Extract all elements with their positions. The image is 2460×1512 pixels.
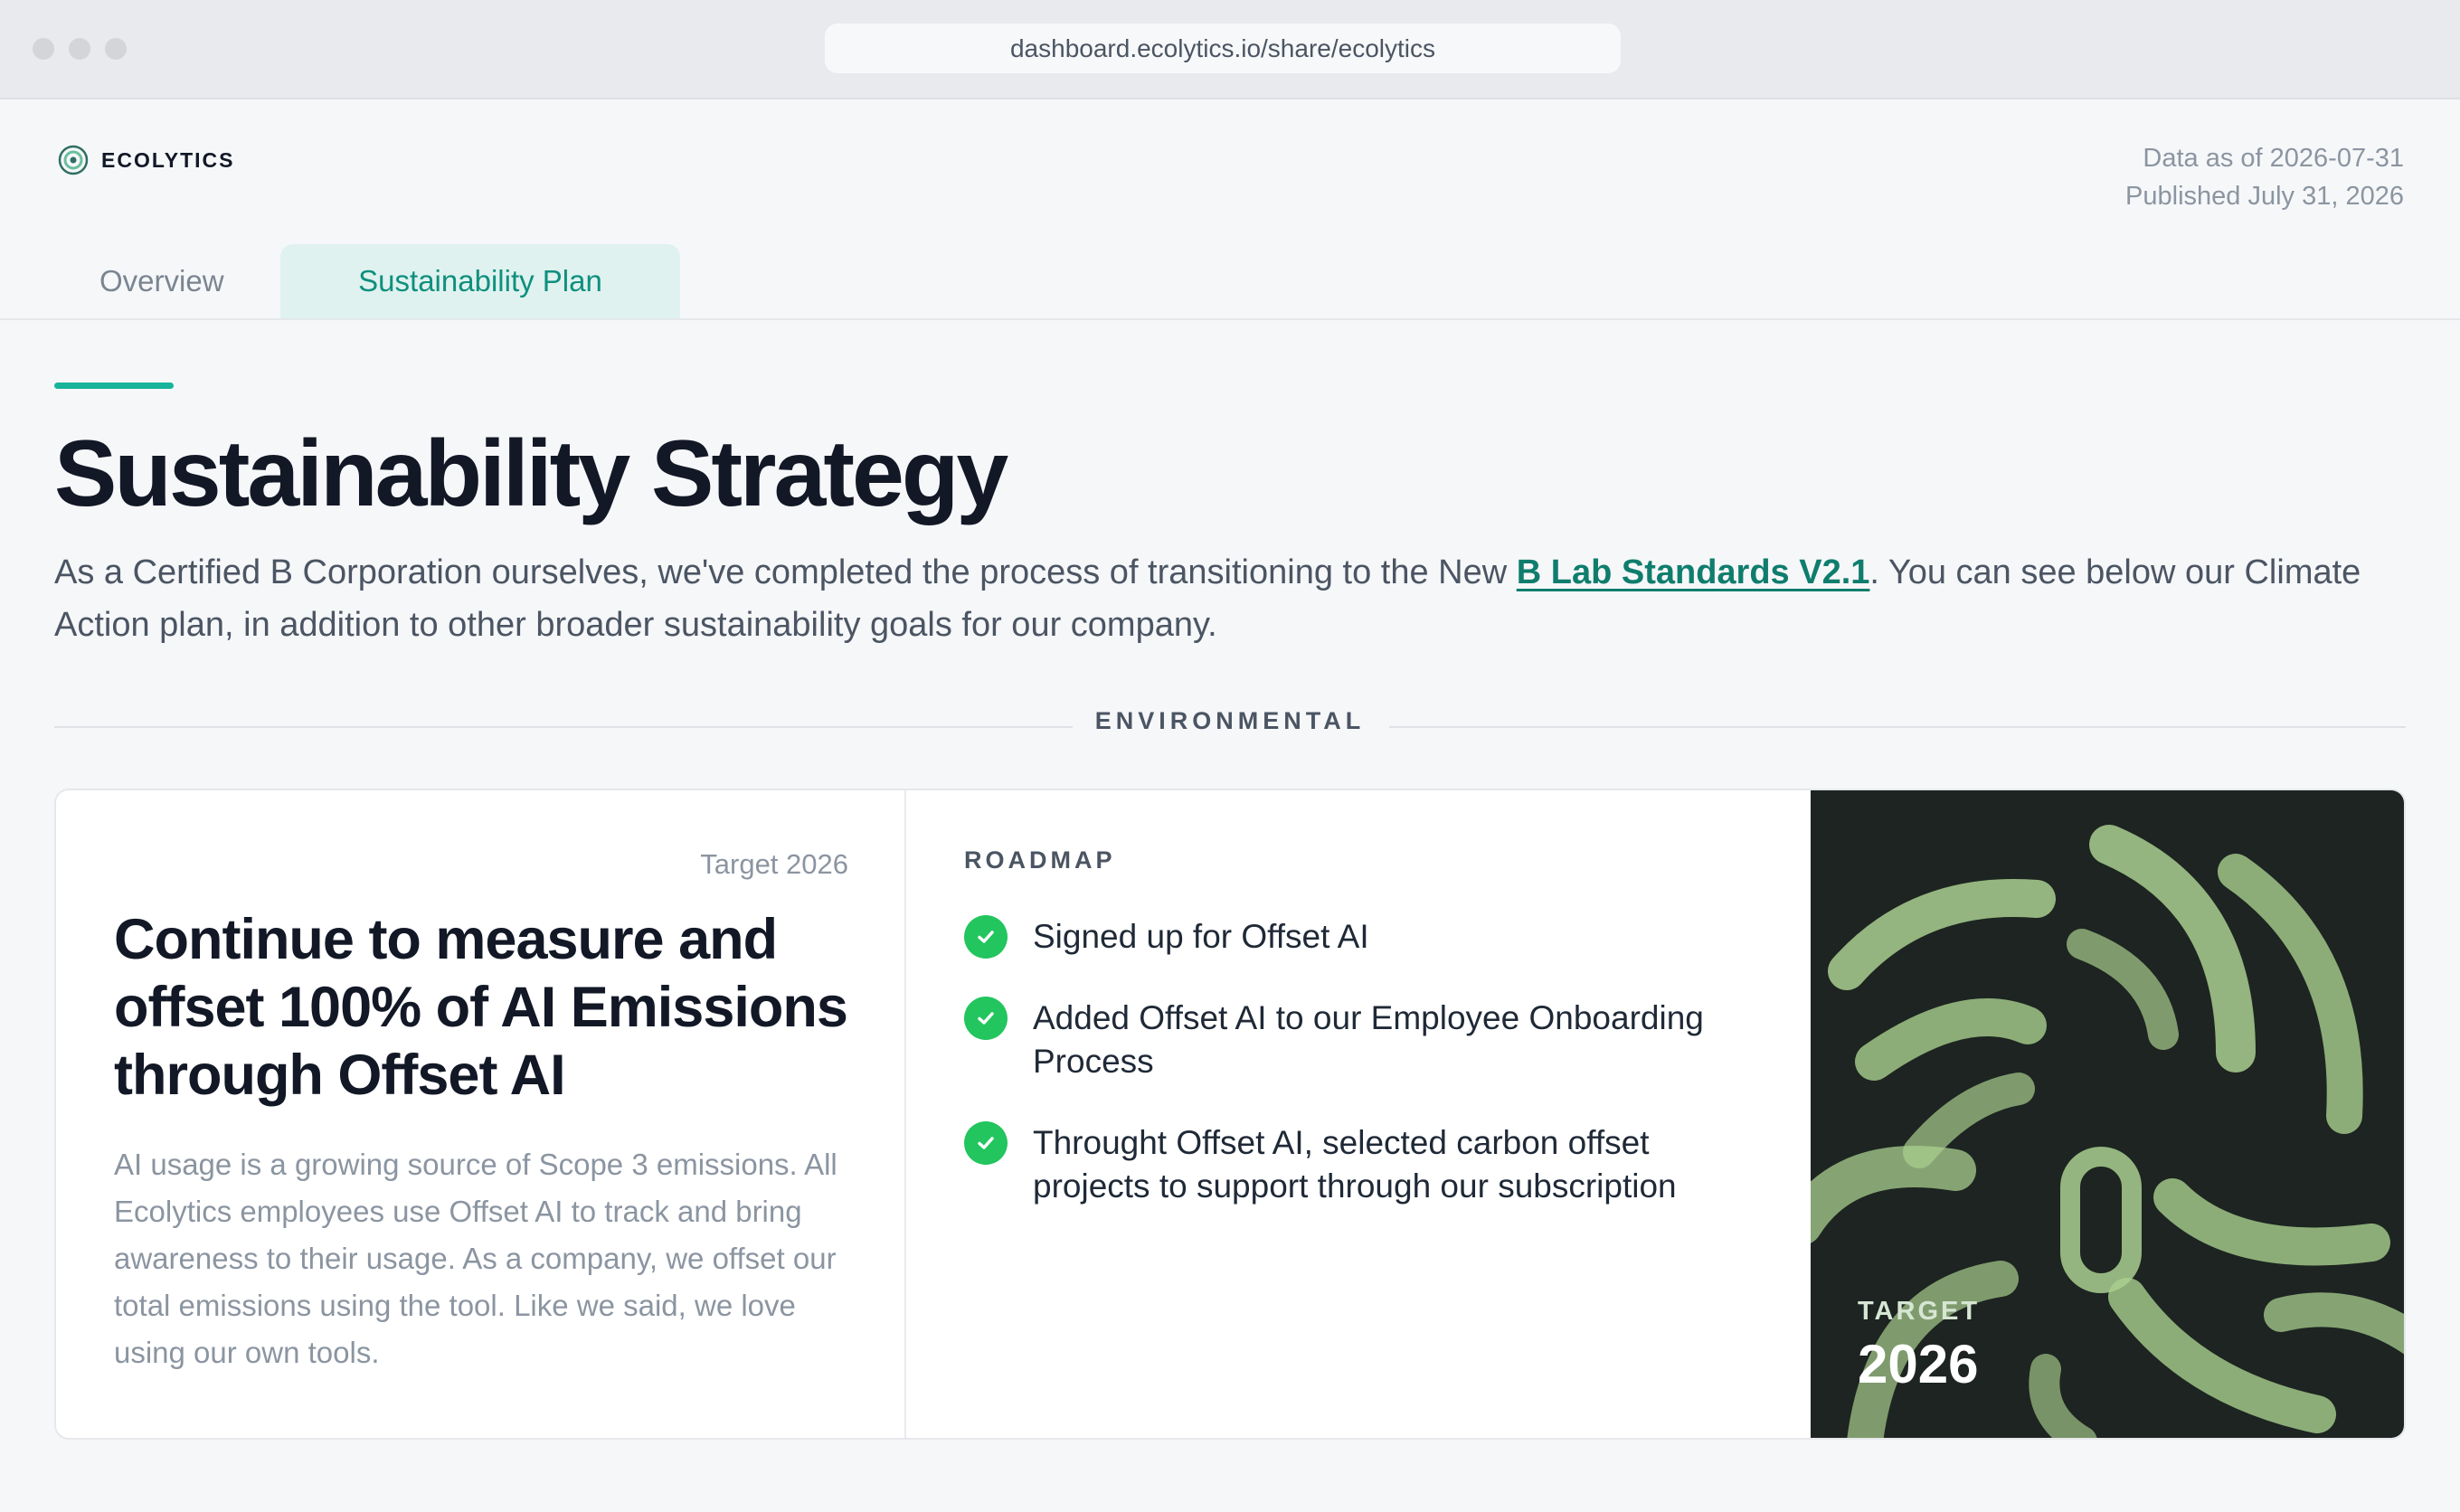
goal-card: Target 2026 Continue to measure and offs… [54, 789, 2406, 1440]
roadmap-item: Throught Offset AI, selected carbon offs… [964, 1121, 1760, 1208]
roadmap-item: Added Offset AI to our Employee Onboardi… [964, 997, 1760, 1083]
tab-bar: Overview Sustainability Plan [54, 244, 680, 318]
tab-label: Sustainability Plan [358, 264, 602, 298]
section-header: ENVIRONMENTAL [54, 696, 2406, 751]
goal-artwork: TARGET 2026 [1811, 790, 2404, 1438]
ecolytics-logo-icon [58, 145, 89, 175]
title-accent-bar [54, 383, 174, 389]
tab-divider [0, 318, 2460, 320]
goal-description: AI usage is a growing source of Scope 3 … [114, 1148, 837, 1369]
page-title: Sustainability Strategy [54, 421, 1008, 526]
data-as-of: Data as of 2026-07-31 [2143, 144, 2404, 173]
page: ECOLYTICS Data as of 2026-07-31 Publishe… [0, 99, 2460, 1512]
address-bar[interactable]: dashboard.ecolytics.io/share/ecolytics [825, 24, 1621, 73]
tab-overview[interactable]: Overview [54, 244, 280, 318]
check-circle-icon [964, 915, 1008, 959]
roadmap-panel: ROADMAP Signed up for Offset AI Added Of… [906, 790, 1811, 1438]
artwork-target-year: 2026 [1858, 1334, 1979, 1394]
roadmap-item-text: Added Offset AI to our Employee Onboardi… [1033, 999, 1704, 1080]
check-circle-icon [964, 997, 1008, 1040]
roadmap-item-text: Throught Offset AI, selected carbon offs… [1033, 1124, 1677, 1205]
section-label: ENVIRONMENTAL [1094, 707, 1366, 734]
window-minimize-dot[interactable] [69, 38, 90, 60]
window-close-dot[interactable] [33, 38, 54, 60]
brand-logo[interactable]: ECOLYTICS [58, 145, 235, 175]
address-bar-url: dashboard.ecolytics.io/share/ecolytics [1009, 33, 1435, 62]
published-date: Published July 31, 2026 [2125, 182, 2404, 211]
page-intro: As a Certified B Corporation ourselves, … [54, 546, 2388, 651]
brand-name: ECOLYTICS [101, 147, 235, 172]
roadmap-item-text: Signed up for Offset AI [1033, 918, 1369, 955]
artwork-target-label: TARGET [1858, 1297, 1981, 1326]
browser-chrome: dashboard.ecolytics.io/share/ecolytics [0, 0, 2460, 99]
goal-title: Continue to measure and offset 100% of A… [114, 908, 848, 1107]
report-meta: Data as of 2026-07-31 Published July 31,… [2125, 139, 2404, 215]
roadmap-label: ROADMAP [964, 846, 1116, 874]
intro-text-start: As a Certified B Corporation ourselves, … [54, 553, 1517, 591]
roadmap-item: Signed up for Offset AI [964, 915, 1760, 959]
tab-sustainability-plan[interactable]: Sustainability Plan [280, 244, 680, 318]
b-lab-standards-link[interactable]: B Lab Standards V2.1 [1517, 553, 1870, 591]
window-maximize-dot[interactable] [105, 38, 127, 60]
check-circle-icon [964, 1121, 1008, 1165]
tab-label: Overview [99, 264, 224, 298]
goal-summary: Target 2026 Continue to measure and offs… [56, 790, 906, 1438]
goal-target-label: Target 2026 [700, 848, 848, 880]
